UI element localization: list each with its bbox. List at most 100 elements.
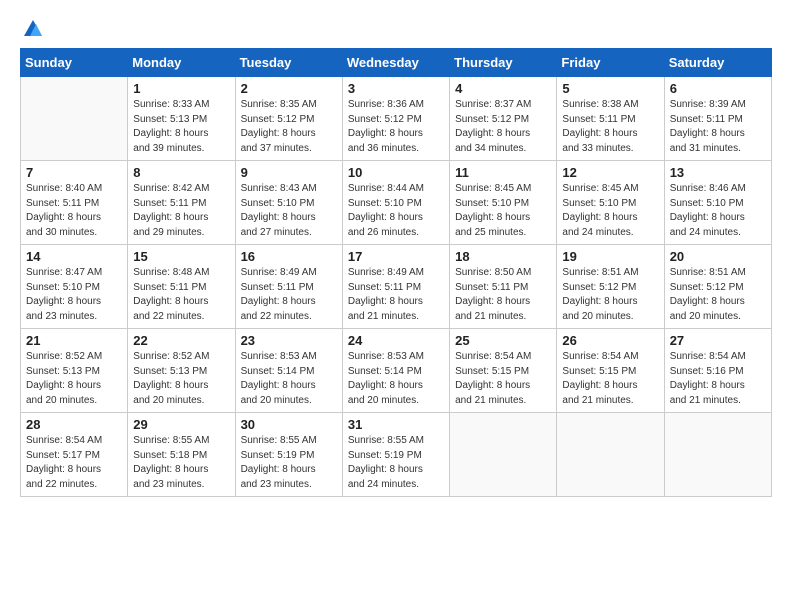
calendar-cell: 14 Sunrise: 8:47 AM Sunset: 5:10 PM Dayli… xyxy=(21,245,128,329)
day-info: Sunrise: 8:51 AM Sunset: 5:12 PM Dayligh… xyxy=(562,266,658,324)
day-number: 30 xyxy=(241,417,337,432)
calendar-header-saturday: Saturday xyxy=(664,49,771,77)
day-number: 11 xyxy=(455,165,551,180)
day-info: Sunrise: 8:40 AM Sunset: 5:11 PM Dayligh… xyxy=(26,182,122,240)
calendar-cell: 1 Sunrise: 8:33 AM Sunset: 5:13 PM Daylig… xyxy=(128,77,235,161)
day-info: Sunrise: 8:44 AM Sunset: 5:10 PM Dayligh… xyxy=(348,182,444,240)
day-number: 2 xyxy=(241,81,337,96)
day-number: 23 xyxy=(241,333,337,348)
calendar-cell: 29Sunrise: 8:55 AM Sunset: 5:18 PM Dayli… xyxy=(128,413,235,497)
day-number: 28 xyxy=(26,417,122,432)
day-number: 4 xyxy=(455,81,551,96)
day-number: 18 xyxy=(455,249,551,264)
day-info: Sunrise: 8:52 AM Sunset: 5:13 PM Dayligh… xyxy=(26,350,122,408)
calendar-cell xyxy=(21,77,128,161)
day-number: 27 xyxy=(670,333,766,348)
calendar: SundayMondayTuesdayWednesdayThursdayFrid… xyxy=(20,48,772,497)
calendar-cell: 16Sunrise: 8:49 AM Sunset: 5:11 PM Dayli… xyxy=(235,245,342,329)
calendar-cell: 12Sunrise: 8:45 AM Sunset: 5:10 PM Dayli… xyxy=(557,161,664,245)
day-number: 24 xyxy=(348,333,444,348)
calendar-cell: 19 Sunrise: 8:51 AM Sunset: 5:12 PM Dayli… xyxy=(557,245,664,329)
day-number: 9 xyxy=(241,165,337,180)
day-info: Sunrise: 8:45 AM Sunset: 5:10 PM Dayligh… xyxy=(455,182,551,240)
calendar-cell: 31 Sunrise: 8:55 AM Sunset: 5:19 PM Dayli… xyxy=(342,413,449,497)
day-info: Sunrise: 8:51 AM Sunset: 5:12 PM Dayligh… xyxy=(670,266,766,324)
day-number: 1 xyxy=(133,81,229,96)
day-info: Sunrise: 8:33 AM Sunset: 5:13 PM Dayligh… xyxy=(133,98,229,156)
day-number: 16 xyxy=(241,249,337,264)
calendar-cell: 13Sunrise: 8:46 AM Sunset: 5:10 PM Dayli… xyxy=(664,161,771,245)
calendar-cell: 3 Sunrise: 8:36 AM Sunset: 5:12 PM Daylig… xyxy=(342,77,449,161)
day-number: 3 xyxy=(348,81,444,96)
header xyxy=(20,18,772,38)
day-info: Sunrise: 8:54 AM Sunset: 5:16 PM Dayligh… xyxy=(670,350,766,408)
day-info: Sunrise: 8:50 AM Sunset: 5:11 PM Dayligh… xyxy=(455,266,551,324)
day-info: Sunrise: 8:38 AM Sunset: 5:11 PM Dayligh… xyxy=(562,98,658,156)
calendar-header-monday: Monday xyxy=(128,49,235,77)
day-info: Sunrise: 8:45 AM Sunset: 5:10 PM Dayligh… xyxy=(562,182,658,240)
calendar-cell: 4 Sunrise: 8:37 AM Sunset: 5:12 PM Daylig… xyxy=(450,77,557,161)
calendar-cell: 26Sunrise: 8:54 AM Sunset: 5:15 PM Dayli… xyxy=(557,329,664,413)
calendar-cell xyxy=(557,413,664,497)
day-info: Sunrise: 8:53 AM Sunset: 5:14 PM Dayligh… xyxy=(348,350,444,408)
day-info: Sunrise: 8:52 AM Sunset: 5:13 PM Dayligh… xyxy=(133,350,229,408)
page: SundayMondayTuesdayWednesdayThursdayFrid… xyxy=(0,0,792,612)
day-info: Sunrise: 8:39 AM Sunset: 5:11 PM Dayligh… xyxy=(670,98,766,156)
day-info: Sunrise: 8:42 AM Sunset: 5:11 PM Dayligh… xyxy=(133,182,229,240)
day-info: Sunrise: 8:47 AM Sunset: 5:10 PM Dayligh… xyxy=(26,266,122,324)
calendar-week-row: 1 Sunrise: 8:33 AM Sunset: 5:13 PM Daylig… xyxy=(21,77,772,161)
calendar-cell: 15 Sunrise: 8:48 AM Sunset: 5:11 PM Dayli… xyxy=(128,245,235,329)
calendar-cell: 25 Sunrise: 8:54 AM Sunset: 5:15 PM Dayli… xyxy=(450,329,557,413)
logo xyxy=(20,18,44,38)
day-number: 5 xyxy=(562,81,658,96)
day-info: Sunrise: 8:46 AM Sunset: 5:10 PM Dayligh… xyxy=(670,182,766,240)
calendar-cell: 18 Sunrise: 8:50 AM Sunset: 5:11 PM Dayli… xyxy=(450,245,557,329)
calendar-cell: 11 Sunrise: 8:45 AM Sunset: 5:10 PM Dayli… xyxy=(450,161,557,245)
day-number: 10 xyxy=(348,165,444,180)
logo-text xyxy=(20,18,44,40)
day-info: Sunrise: 8:36 AM Sunset: 5:12 PM Dayligh… xyxy=(348,98,444,156)
calendar-header-thursday: Thursday xyxy=(450,49,557,77)
day-info: Sunrise: 8:53 AM Sunset: 5:14 PM Dayligh… xyxy=(241,350,337,408)
day-info: Sunrise: 8:54 AM Sunset: 5:15 PM Dayligh… xyxy=(562,350,658,408)
calendar-cell: 20 Sunrise: 8:51 AM Sunset: 5:12 PM Dayli… xyxy=(664,245,771,329)
calendar-cell xyxy=(664,413,771,497)
day-info: Sunrise: 8:35 AM Sunset: 5:12 PM Dayligh… xyxy=(241,98,337,156)
day-number: 6 xyxy=(670,81,766,96)
day-number: 19 xyxy=(562,249,658,264)
calendar-cell: 30 Sunrise: 8:55 AM Sunset: 5:19 PM Dayli… xyxy=(235,413,342,497)
calendar-cell: 22Sunrise: 8:52 AM Sunset: 5:13 PM Dayli… xyxy=(128,329,235,413)
day-number: 17 xyxy=(348,249,444,264)
day-info: Sunrise: 8:49 AM Sunset: 5:11 PM Dayligh… xyxy=(348,266,444,324)
calendar-week-row: 28Sunrise: 8:54 AM Sunset: 5:17 PM Dayli… xyxy=(21,413,772,497)
day-number: 15 xyxy=(133,249,229,264)
day-info: Sunrise: 8:48 AM Sunset: 5:11 PM Dayligh… xyxy=(133,266,229,324)
day-info: Sunrise: 8:54 AM Sunset: 5:15 PM Dayligh… xyxy=(455,350,551,408)
day-info: Sunrise: 8:55 AM Sunset: 5:19 PM Dayligh… xyxy=(241,434,337,492)
day-info: Sunrise: 8:55 AM Sunset: 5:19 PM Dayligh… xyxy=(348,434,444,492)
day-number: 20 xyxy=(670,249,766,264)
logo-icon xyxy=(22,18,44,40)
calendar-cell: 24 Sunrise: 8:53 AM Sunset: 5:14 PM Dayli… xyxy=(342,329,449,413)
day-number: 25 xyxy=(455,333,551,348)
day-number: 31 xyxy=(348,417,444,432)
calendar-cell: 23 Sunrise: 8:53 AM Sunset: 5:14 PM Dayli… xyxy=(235,329,342,413)
calendar-cell: 28Sunrise: 8:54 AM Sunset: 5:17 PM Dayli… xyxy=(21,413,128,497)
calendar-cell: 21 Sunrise: 8:52 AM Sunset: 5:13 PM Dayli… xyxy=(21,329,128,413)
calendar-week-row: 21 Sunrise: 8:52 AM Sunset: 5:13 PM Dayli… xyxy=(21,329,772,413)
calendar-cell: 6 Sunrise: 8:39 AM Sunset: 5:11 PM Daylig… xyxy=(664,77,771,161)
day-info: Sunrise: 8:37 AM Sunset: 5:12 PM Dayligh… xyxy=(455,98,551,156)
calendar-header-sunday: Sunday xyxy=(21,49,128,77)
calendar-cell: 2 Sunrise: 8:35 AM Sunset: 5:12 PM Daylig… xyxy=(235,77,342,161)
day-info: Sunrise: 8:43 AM Sunset: 5:10 PM Dayligh… xyxy=(241,182,337,240)
day-info: Sunrise: 8:55 AM Sunset: 5:18 PM Dayligh… xyxy=(133,434,229,492)
calendar-cell: 9 Sunrise: 8:43 AM Sunset: 5:10 PM Daylig… xyxy=(235,161,342,245)
calendar-cell: 27 Sunrise: 8:54 AM Sunset: 5:16 PM Dayli… xyxy=(664,329,771,413)
day-number: 14 xyxy=(26,249,122,264)
calendar-cell: 17 Sunrise: 8:49 AM Sunset: 5:11 PM Dayli… xyxy=(342,245,449,329)
day-number: 8 xyxy=(133,165,229,180)
day-number: 21 xyxy=(26,333,122,348)
calendar-week-row: 7Sunrise: 8:40 AM Sunset: 5:11 PM Daylig… xyxy=(21,161,772,245)
calendar-cell xyxy=(450,413,557,497)
calendar-week-row: 14 Sunrise: 8:47 AM Sunset: 5:10 PM Dayli… xyxy=(21,245,772,329)
